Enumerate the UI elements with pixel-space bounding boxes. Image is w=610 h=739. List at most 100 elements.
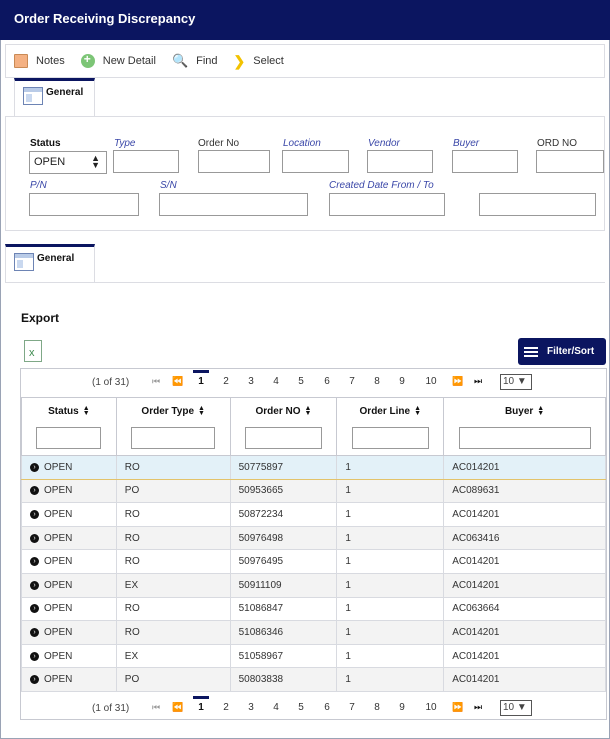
- page-link[interactable]: 10: [423, 376, 439, 387]
- column-header-order-type[interactable]: Order Type ▲ ▼: [115, 397, 231, 456]
- sort-icon[interactable]: ▲ ▼: [537, 405, 544, 417]
- buyer-column-filter[interactable]: [458, 427, 591, 449]
- page-link[interactable]: 8: [369, 702, 385, 713]
- last-page-icon[interactable]: ⏭: [474, 376, 482, 387]
- order-line-column-filter[interactable]: [351, 427, 429, 449]
- vendor-input[interactable]: [367, 150, 433, 173]
- expand-row-icon[interactable]: ›: [30, 651, 39, 661]
- page-link[interactable]: 2: [218, 376, 234, 387]
- table-cell: 50911109: [229, 572, 338, 598]
- page-link[interactable]: 7: [344, 702, 360, 713]
- page-link[interactable]: 3: [243, 376, 259, 387]
- page-link[interactable]: 1: [193, 370, 209, 387]
- table-row[interactable]: › OPEN EX 50911109 1 AC014201: [21, 572, 606, 598]
- excel-export-icon[interactable]: [24, 340, 42, 362]
- created-date-from-input[interactable]: [329, 193, 445, 216]
- expand-row-icon[interactable]: ›: [30, 533, 39, 543]
- table-row[interactable]: › OPEN RO 51086346 1 AC014201: [21, 620, 606, 645]
- page-link[interactable]: 4: [268, 702, 284, 713]
- expand-row-icon[interactable]: ›: [30, 557, 39, 567]
- order-type-column-filter[interactable]: [131, 427, 216, 449]
- tab-general-bottom[interactable]: General: [5, 244, 95, 282]
- cell-value: 1: [345, 556, 351, 568]
- rows-per-page-value: 10: [503, 702, 515, 713]
- prev-page-icon[interactable]: ⏪: [172, 376, 183, 387]
- pn-input[interactable]: [29, 193, 139, 216]
- table-row[interactable]: › OPEN PO 50953665 1 AC089631: [21, 478, 606, 504]
- rows-per-page-select[interactable]: 10 ▼: [500, 374, 532, 390]
- first-page-icon[interactable]: ⏮: [152, 702, 160, 713]
- last-page-icon[interactable]: ⏭: [474, 702, 482, 713]
- sort-icon[interactable]: ▲ ▼: [198, 405, 205, 417]
- tab-general-top[interactable]: General: [14, 78, 95, 116]
- filter-sort-button[interactable]: Filter/Sort: [518, 338, 606, 365]
- find-button[interactable]: 🔍 Find: [172, 53, 218, 69]
- page-link[interactable]: 5: [293, 702, 309, 713]
- page-link[interactable]: 9: [394, 702, 410, 713]
- table-row[interactable]: › OPEN RO 50976495 1 AC014201: [21, 549, 606, 574]
- order-no-column-filter[interactable]: [244, 427, 322, 449]
- order-no-input[interactable]: [198, 150, 270, 173]
- table-cell: 50803838: [229, 667, 338, 692]
- cell-value: OPEN: [44, 579, 73, 591]
- cell-value: RO: [124, 556, 140, 568]
- page-link[interactable]: 7: [344, 376, 360, 387]
- page-link[interactable]: 2: [218, 702, 234, 713]
- table-row[interactable]: › OPEN RO 50872234 1 AC014201: [21, 502, 606, 527]
- column-header-order-line[interactable]: Order Line ▲ ▼: [336, 397, 445, 456]
- expand-row-icon[interactable]: ›: [30, 675, 39, 685]
- column-header-buyer[interactable]: Buyer ▲ ▼: [443, 397, 606, 456]
- prev-page-icon[interactable]: ⏪: [172, 702, 183, 713]
- page-link[interactable]: 6: [319, 702, 335, 713]
- table-row[interactable]: › OPEN EX 51058967 1 AC014201: [21, 643, 606, 669]
- page-link[interactable]: 4: [268, 376, 284, 387]
- page-link[interactable]: 9: [394, 376, 410, 387]
- type-input[interactable]: [113, 150, 179, 173]
- new-detail-button[interactable]: New Detail: [80, 52, 156, 68]
- expand-row-icon[interactable]: ›: [30, 604, 39, 614]
- expand-row-icon[interactable]: ›: [30, 580, 39, 590]
- cell-value: 1: [345, 485, 351, 497]
- status-select[interactable]: OPEN ▲ ▼: [29, 151, 107, 174]
- expand-row-icon[interactable]: ›: [30, 627, 39, 637]
- notes-button[interactable]: Notes: [14, 54, 65, 68]
- table-cell: 1: [336, 643, 445, 669]
- buyer-input[interactable]: [452, 150, 518, 173]
- rows-per-page-select[interactable]: 10 ▼: [500, 700, 532, 716]
- column-header-order-no[interactable]: Order NO ▲ ▼: [229, 397, 338, 456]
- sort-icon[interactable]: ▲ ▼: [414, 405, 421, 417]
- cell-value: OPEN: [44, 603, 73, 615]
- tab-general-top-label: General: [46, 87, 84, 98]
- sort-icon[interactable]: ▲ ▼: [305, 405, 312, 417]
- next-page-icon[interactable]: ⏩: [452, 702, 463, 713]
- page-link[interactable]: 6: [319, 376, 335, 387]
- table-row[interactable]: › OPEN PO 50803838 1 AC014201: [21, 667, 606, 692]
- ord-no-input[interactable]: [536, 150, 604, 173]
- sort-icon[interactable]: ▲ ▼: [83, 405, 90, 417]
- expand-row-icon[interactable]: ›: [30, 462, 39, 472]
- column-label: Order Type: [141, 406, 195, 417]
- select-button[interactable]: ❯ Select: [234, 53, 284, 70]
- page-link[interactable]: 1: [193, 696, 209, 713]
- page-link[interactable]: 5: [293, 376, 309, 387]
- location-input[interactable]: [282, 150, 349, 173]
- expand-row-icon[interactable]: ›: [30, 486, 39, 496]
- table-cell: AC063664: [443, 596, 606, 622]
- page-link[interactable]: 3: [243, 702, 259, 713]
- page-link[interactable]: 10: [423, 702, 439, 713]
- cell-value: AC014201: [452, 556, 500, 568]
- status-column-filter[interactable]: [36, 427, 102, 449]
- table-row[interactable]: › OPEN RO 50775897 1 AC014201: [21, 455, 606, 480]
- column-header-status[interactable]: Status ▲ ▼: [21, 397, 117, 456]
- cell-value: EX: [124, 579, 139, 591]
- table-cell: EX: [115, 572, 231, 598]
- table-row[interactable]: › OPEN RO 50976498 1 AC063416: [21, 525, 606, 551]
- first-page-icon[interactable]: ⏮: [152, 376, 160, 387]
- cell-value: OPEN: [44, 674, 73, 686]
- created-date-to-input[interactable]: [479, 193, 596, 216]
- sn-input[interactable]: [159, 193, 308, 216]
- next-page-icon[interactable]: ⏩: [452, 376, 463, 387]
- table-row[interactable]: › OPEN RO 51086847 1 AC063664: [21, 596, 606, 622]
- page-link[interactable]: 8: [369, 376, 385, 387]
- expand-row-icon[interactable]: ›: [30, 509, 39, 519]
